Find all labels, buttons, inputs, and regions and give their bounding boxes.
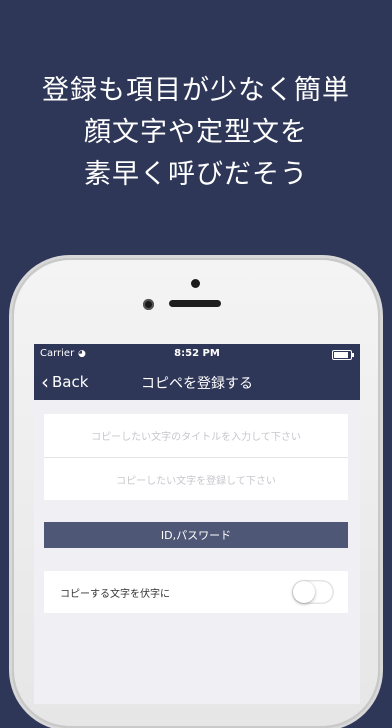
promo-headline: 登録も項目が少なく簡単 顔文字や定型文を 素早く呼びだそう — [0, 70, 392, 196]
status-bar: Carrier ◕ 8:52 PM — [34, 348, 360, 364]
headline-line-2: 顔文字や定型文を — [84, 117, 308, 148]
mask-toggle[interactable] — [292, 580, 334, 604]
earpiece-speaker — [169, 300, 221, 307]
battery-icon — [332, 350, 354, 360]
headline-line-1: 登録も項目が少なく簡単 — [42, 75, 350, 106]
copy-form: コピーしたい文字のタイトルを入力して下さい コピーしたい文字を登録して下さい — [44, 414, 348, 500]
app-screen: Carrier ◕ 8:52 PM ‹ Back コピペを登録する コピーしたい… — [34, 344, 360, 704]
title-input[interactable]: コピーしたい文字のタイトルを入力して下さい — [44, 414, 348, 457]
proximity-sensor — [191, 279, 200, 288]
mask-setting-row: コピーする文字を伏字に — [44, 571, 348, 613]
section-header-id-password: ID,パスワード — [44, 522, 348, 548]
toggle-knob — [293, 581, 315, 603]
headline-line-3: 素早く呼びだそう — [84, 159, 308, 190]
page-title: コピペを登録する — [141, 376, 253, 392]
status-time: 8:52 PM — [174, 348, 220, 359]
text-input[interactable]: コピーしたい文字を登録して下さい — [44, 457, 348, 501]
mask-setting-label: コピーする文字を伏字に — [60, 588, 170, 600]
front-camera-icon — [143, 299, 154, 310]
navigation-bar: Carrier ◕ 8:52 PM ‹ Back コピペを登録する — [34, 344, 360, 400]
